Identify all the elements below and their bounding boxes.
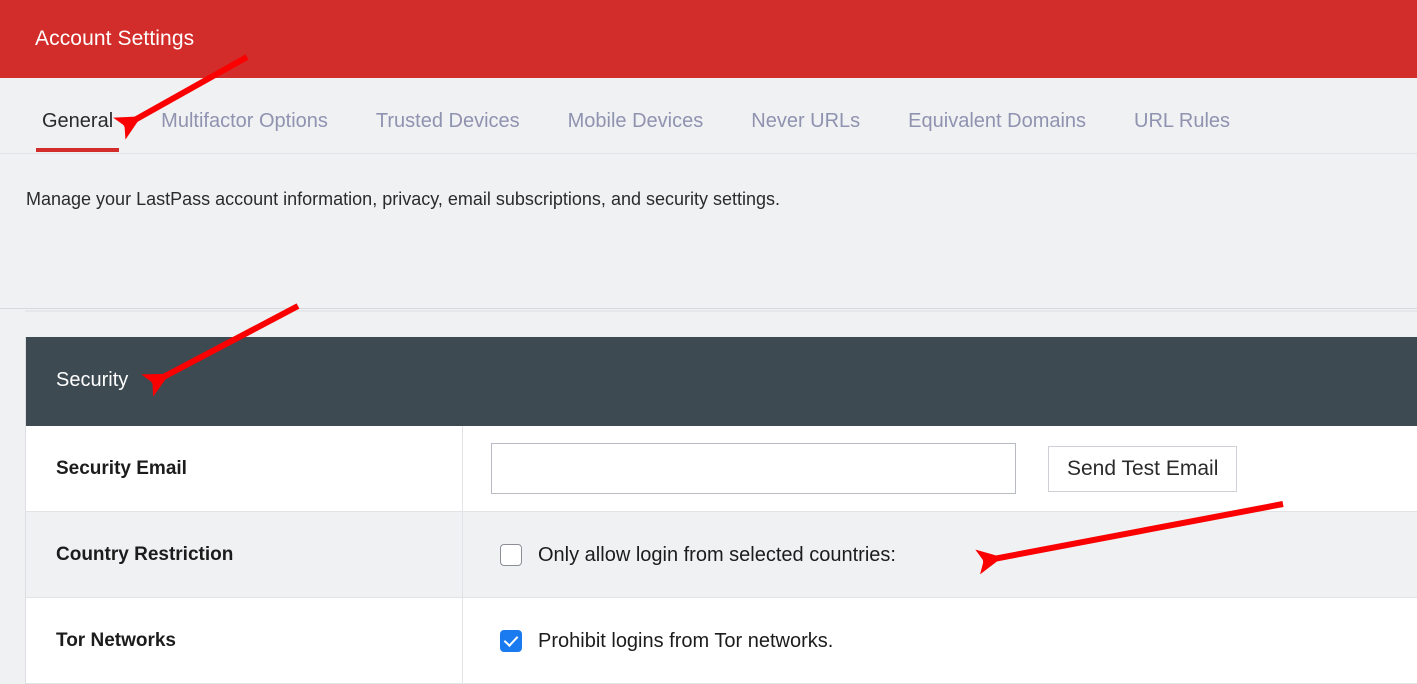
security-card-title: Security [56,369,129,391]
tab-trusted-devices-label: Trusted Devices [375,110,520,132]
page-title: Account Settings [35,27,195,50]
app-header: Account Settings [0,0,1417,78]
tab-general-label: General [42,110,114,132]
table-row-security-email: Security Email Send Test Email [26,426,1417,512]
send-test-email-button[interactable]: Send Test Email [1048,445,1238,492]
page-description: Manage your LastPass account information… [26,189,781,209]
tab-general[interactable]: General [18,78,137,152]
tor-networks-controls: Prohibit logins from Tor networks. [463,628,1417,654]
table-row-tor-networks: Tor Networks Prohibit logins from Tor ne… [26,598,1417,684]
table-row-country-restriction: Country Restriction Only allow login fro… [26,512,1417,598]
tab-never-urls-label: Never URLs [751,110,861,132]
tab-never-urls[interactable]: Never URLs [727,78,884,134]
tab-url-rules-label: URL Rules [1134,110,1231,132]
tab-list: General Multifactor Options Trusted Devi… [18,78,1254,154]
tab-mobile-devices[interactable]: Mobile Devices [544,78,728,134]
security-email-input[interactable] [491,443,1016,494]
country-restriction-label: Country Restriction [26,512,463,597]
tor-networks-label: Tor Networks [26,598,463,683]
security-email-label: Security Email [26,426,463,511]
security-card-header: Security [26,337,1417,426]
settings-tab-bar: General Multifactor Options Trusted Devi… [0,78,1417,154]
country-restriction-checkbox-label[interactable]: Only allow login from selected countries… [538,542,896,568]
country-restriction-check-line: Only allow login from selected countries… [500,542,896,568]
tab-multifactor-options[interactable]: Multifactor Options [137,78,352,134]
tab-equivalent-domains[interactable]: Equivalent Domains [884,78,1110,134]
tor-networks-checkbox[interactable] [500,629,522,652]
tor-networks-checkbox-label[interactable]: Prohibit logins from Tor networks. [538,628,833,654]
tab-trusted-devices[interactable]: Trusted Devices [352,78,544,134]
tab-equivalent-domains-label: Equivalent Domains [908,110,1087,132]
tor-networks-check-line: Prohibit logins from Tor networks. [500,628,833,654]
country-restriction-checkbox[interactable] [500,543,522,566]
section-divider [0,308,1417,309]
tab-mobile-devices-label: Mobile Devices [567,110,704,132]
section-divider-secondary [25,310,1417,312]
tab-url-rules[interactable]: URL Rules [1110,78,1254,134]
security-settings-card: Security Security Email Send Test Email … [25,337,1417,684]
tab-multifactor-options-label: Multifactor Options [161,110,328,132]
country-restriction-controls: Only allow login from selected countries… [463,542,1417,568]
security-email-controls: Send Test Email [463,443,1417,494]
